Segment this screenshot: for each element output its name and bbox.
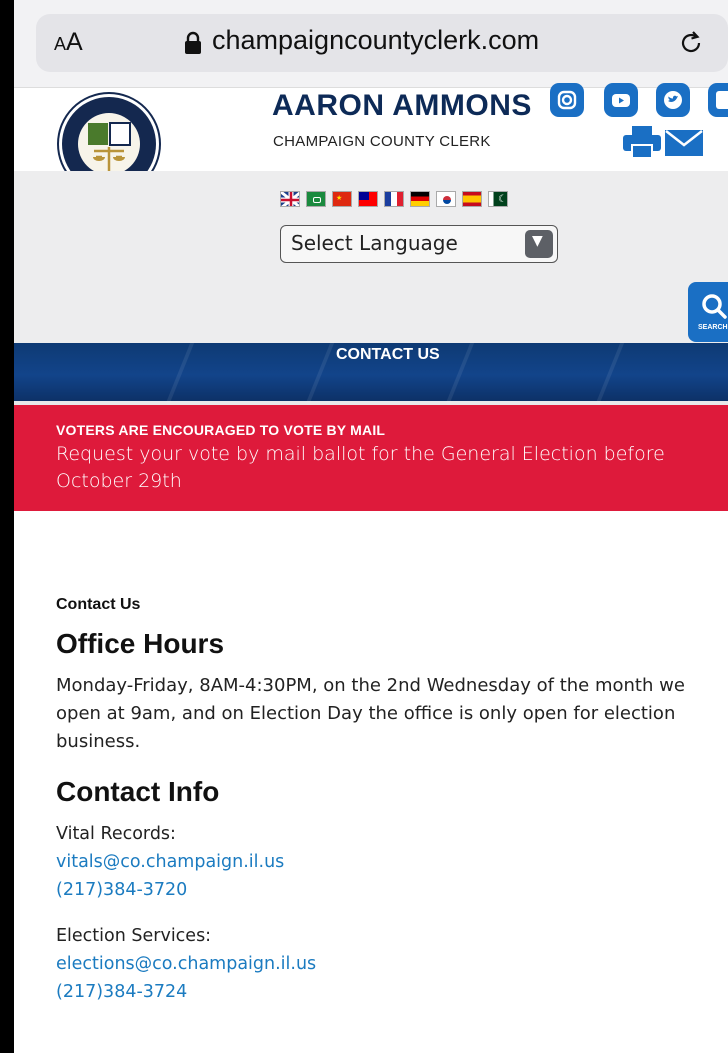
- browser-toolbar: AA champaigncountyclerk.com: [14, 0, 728, 88]
- main-content: Contact Us Office Hours Monday-Friday, 8…: [56, 596, 716, 1024]
- search-icon: [702, 294, 727, 319]
- alert-title: VOTERS ARE ENCOURAGED TO VOTE BY MAIL: [56, 422, 386, 438]
- contact-email-link[interactable]: vitals@co.champaign.il.us: [56, 848, 716, 876]
- language-flags: ★ ☾: [280, 191, 508, 209]
- twitter-icon[interactable]: [656, 83, 690, 117]
- lock-icon: [185, 31, 201, 54]
- flag-germany-icon[interactable]: [410, 191, 430, 207]
- clerk-title: CHAMPAIGN COUNTY CLERK: [273, 133, 491, 150]
- browser-frame: AA champaigncountyclerk.com AARON AMMONS: [14, 0, 728, 1053]
- chevron-down-icon: ▼: [525, 230, 553, 258]
- reload-icon[interactable]: [676, 28, 706, 58]
- main-nav: CONTACT US: [14, 343, 728, 401]
- flag-china-icon[interactable]: ★: [332, 191, 352, 207]
- contact-email-link[interactable]: elections@co.champaign.il.us: [56, 950, 716, 978]
- breadcrumb: Contact Us: [56, 596, 141, 613]
- contact-label: Vital Records:: [56, 824, 176, 844]
- flag-france-icon[interactable]: [384, 191, 404, 207]
- contact-info-heading: Contact Info: [56, 776, 220, 807]
- flag-saudi-arabia-icon[interactable]: [306, 191, 326, 207]
- text-size-button[interactable]: AA: [54, 28, 83, 57]
- search-button-label: SEARCH: [698, 324, 728, 331]
- address-bar[interactable]: AA champaigncountyclerk.com: [36, 14, 728, 72]
- language-select[interactable]: Select Language ▼: [280, 225, 558, 263]
- flag-pakistan-icon[interactable]: ☾: [488, 191, 508, 207]
- url-text: champaigncountyclerk.com: [212, 25, 540, 55]
- nav-item-contact-us[interactable]: CONTACT US: [336, 346, 440, 364]
- flag-uk-icon[interactable]: [280, 191, 300, 207]
- contact-group-election-services: Election Services: elections@co.champaig…: [56, 922, 716, 1006]
- clerk-name: AARON AMMONS: [272, 89, 532, 122]
- flag-spain-icon[interactable]: [462, 191, 482, 207]
- email-icon[interactable]: [664, 129, 704, 157]
- flag-taiwan-icon[interactable]: [358, 191, 378, 207]
- instagram-icon[interactable]: [550, 83, 584, 117]
- translator-band: ★ ☾ Select Language ▼ SEARCH: [14, 171, 728, 343]
- office-hours-heading: Office Hours: [56, 628, 225, 659]
- print-icon[interactable]: [622, 125, 662, 159]
- office-hours-text: Monday-Friday, 8AM-4:30PM, on the 2nd We…: [56, 675, 685, 752]
- alert-text: Request your vote by mail ballot for the…: [56, 443, 665, 492]
- contact-label: Election Services:: [56, 926, 212, 946]
- youtube-icon[interactable]: [604, 83, 638, 117]
- search-button[interactable]: SEARCH: [688, 282, 728, 342]
- facebook-icon[interactable]: [708, 83, 728, 117]
- contact-group-vital-records: Vital Records: vitals@co.champaign.il.us…: [56, 820, 716, 904]
- vote-by-mail-alert[interactable]: VOTERS ARE ENCOURAGED TO VOTE BY MAIL Re…: [14, 405, 728, 511]
- contact-phone-link[interactable]: (217)384-3720: [56, 876, 716, 904]
- flag-south-korea-icon[interactable]: [436, 191, 456, 207]
- contact-phone-link[interactable]: (217)384-3724: [56, 978, 716, 1006]
- site-header: AARON AMMONS CHAMPAIGN COUNTY CLERK: [14, 83, 728, 196]
- language-select-label: Select Language: [291, 231, 458, 255]
